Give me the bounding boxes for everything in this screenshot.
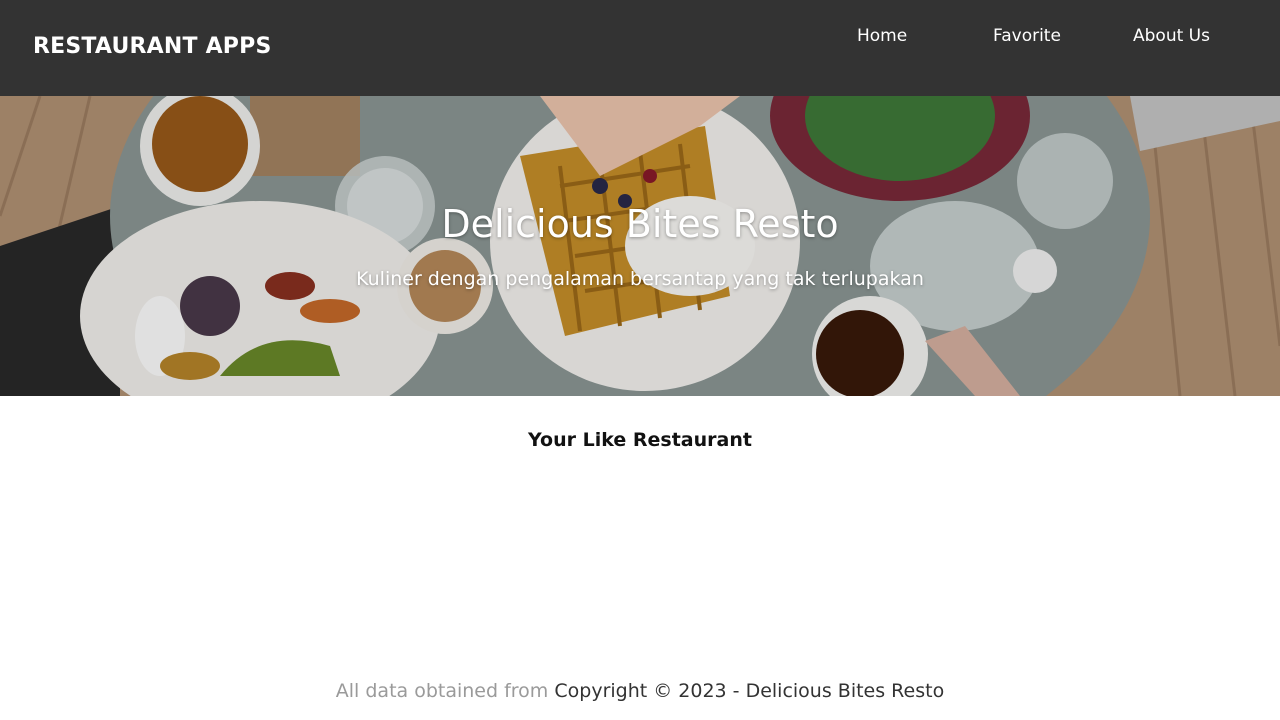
hero-overlay [0,96,1280,396]
section-title: Your Like Restaurant [528,429,752,451]
nav-favorite-link[interactable]: Favorite [993,26,1061,46]
footer-copyright: Copyright © 2023 - Delicious Bites Resto [554,680,945,702]
app-header: RESTAURANT APPS Home Favorite About Us [0,0,1280,96]
main-nav: Home Favorite About Us [0,26,1280,50]
nav-home-link[interactable]: Home [857,26,907,46]
restaurant-list [0,470,1280,650]
page-footer: All data obtained from Copyright © 2023 … [0,680,1280,702]
hero-tagline: Kuliner dengan pengalaman bersantap yang… [356,268,924,290]
hero-banner: Delicious Bites Resto Kuliner dengan pen… [0,96,1280,396]
footer-source-text: All data obtained from [335,680,549,702]
nav-about-us-link[interactable]: About Us [1133,26,1210,46]
hero-title: Delicious Bites Resto [441,202,839,246]
